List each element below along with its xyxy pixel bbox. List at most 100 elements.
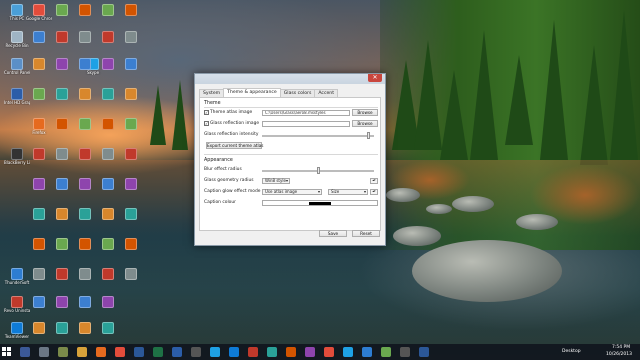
caption-glow-value: Use atlas image [265,189,298,194]
tab-system[interactable]: System [199,89,225,97]
app-icon [56,118,68,130]
taskbar-app-icon[interactable] [381,347,391,357]
app-icon [56,58,68,70]
start-button[interactable] [2,347,12,357]
app-icon [102,118,114,130]
theme-atlas-checkbox[interactable]: ✓ [204,110,209,115]
taskbar-app-icon[interactable] [210,347,220,357]
app-icon [33,322,45,334]
windows-logo-icon [7,352,11,356]
chevron-down-icon: ▾ [285,178,288,183]
pine-tree [610,10,638,160]
desktop-shortcut[interactable] [118,31,144,57]
caption-glow-select[interactable]: Use atlas image ▾ [262,189,322,195]
theme-atlas-browse-button[interactable]: Browse [352,109,378,116]
desktop-shortcut[interactable] [118,148,144,174]
taskbar-app-icon[interactable] [134,347,144,357]
reflection-intensity-thumb[interactable] [366,132,370,139]
app-icon [56,238,68,250]
geometry-radius-select[interactable]: Win8 style ▾ [262,178,290,184]
taskbar-app-icon[interactable] [305,347,315,357]
app-icon [102,178,114,190]
app-icon [79,238,91,250]
app-icon [125,4,137,16]
pine-tree [172,80,188,150]
glass-reflection-browse-button[interactable]: Browse [352,120,378,127]
app-icon [102,268,114,280]
taskbar-app-icon[interactable] [248,347,258,357]
app-icon [11,268,23,280]
clock-date[interactable]: 10/26/2013 [606,352,632,357]
taskbar-app-icon[interactable] [362,347,372,357]
windows-logo-icon [7,347,11,351]
glass-reflection-checkbox[interactable]: ✓ [204,121,209,126]
caption-glow-label: Caption glow effect mode [204,189,261,194]
taskbar-app-icon[interactable] [286,347,296,357]
app-icon [102,4,114,16]
tab-accent[interactable]: Accent [314,89,339,97]
tab-theme-appearance[interactable]: Theme & appearance [223,88,281,97]
theme-atlas-label: Theme atlas image [210,110,253,115]
taskbar-app-icon[interactable] [115,347,125,357]
glass-reflection-path-field[interactable] [262,121,350,127]
taskbar-app-icon[interactable] [20,347,30,357]
divider [204,154,378,155]
app-icon [102,148,114,160]
pine-tree [150,85,166,145]
taskbar-app-icon[interactable] [419,347,429,357]
geometry-radius-spinner[interactable]: ▴▾ [370,178,378,184]
rock [426,204,452,214]
taskbar-app-icon[interactable] [172,347,182,357]
geometry-radius-label: Glass geometry radius [204,178,254,183]
pine-tree [414,40,442,150]
app-icon [102,88,114,100]
tray-desktop-label[interactable]: Desktop [562,349,581,354]
pine-tree [540,20,568,160]
reflection-intensity-label: Glass reflection intensity [204,132,259,137]
close-button[interactable]: ✕ [368,74,382,82]
tab-glass-colors[interactable]: Glass colors [279,89,316,97]
export-theme-atlas-button[interactable]: Export current theme atlas [206,142,263,149]
desktop-shortcut[interactable] [118,118,144,144]
clock-time[interactable]: 7:54 PM [612,345,630,350]
reflection-intensity-slider[interactable] [262,135,374,137]
desktop-shortcut[interactable] [118,88,144,114]
taskbar-app-icon[interactable] [58,347,68,357]
title-bar[interactable] [195,74,385,84]
taskbar-app-icon[interactable] [324,347,334,357]
theme-atlas-path-field[interactable]: C:\Users\Glass\aero8.msstyles [262,110,350,116]
app-icon [79,178,91,190]
desktop-shortcut[interactable] [118,178,144,204]
desktop-shortcut[interactable] [118,4,144,30]
blur-radius-thumb[interactable] [317,167,320,174]
taskbar-app-icon[interactable] [400,347,410,357]
taskbar-app-icon[interactable] [96,347,106,357]
app-icon [56,148,68,160]
caption-colour-picker[interactable] [262,200,378,206]
geometry-radius-value: Win8 style [265,178,286,183]
caption-glow-size-select[interactable]: Size ▾ [328,189,368,195]
app-icon [79,88,91,100]
save-button[interactable]: Save [319,230,347,237]
desktop-shortcut[interactable] [118,268,144,294]
app-icon [11,4,23,16]
desktop-shortcut[interactable] [95,296,121,322]
app-icon [33,238,45,250]
reset-button[interactable]: Reset [352,230,380,237]
taskbar-app-icon[interactable] [229,347,239,357]
app-icon [56,208,68,220]
desktop-shortcut[interactable] [118,208,144,234]
taskbar-app-icon[interactable] [77,347,87,357]
app-icon [56,322,68,334]
taskbar-app-icon[interactable] [267,347,277,357]
app-icon [125,238,137,250]
taskbar-app-icon[interactable] [191,347,201,357]
taskbar-app-icon[interactable] [343,347,353,357]
desktop-shortcut[interactable] [118,58,144,84]
desktop-shortcut[interactable] [118,238,144,264]
app-icon [56,4,68,16]
taskbar-app-icon[interactable] [153,347,163,357]
pine-tree [440,70,468,160]
taskbar-app-icon[interactable] [39,347,49,357]
caption-glow-spinner[interactable]: ▴▾ [370,189,378,195]
